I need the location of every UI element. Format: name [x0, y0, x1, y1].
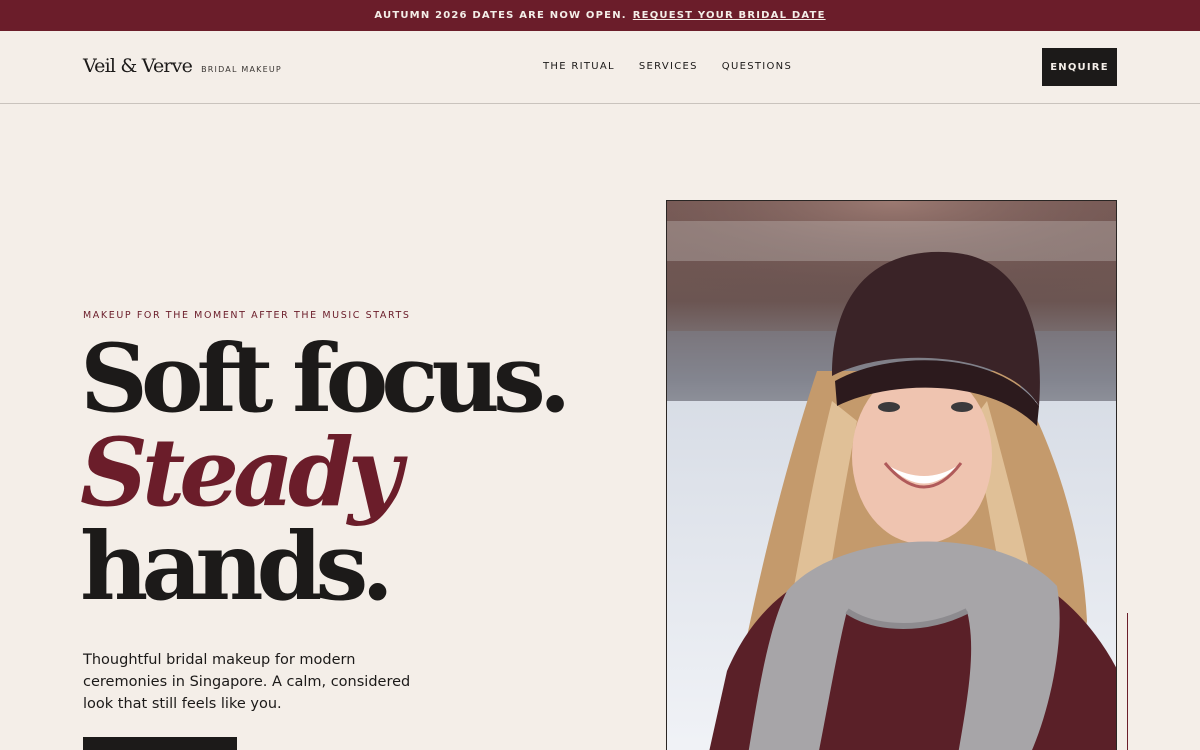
- portrait-illustration: [667, 201, 1116, 750]
- decorative-accent-line: [1127, 613, 1128, 750]
- hero-cta-button[interactable]: [83, 737, 237, 750]
- hero-headline: Soft focus. Steady hands.: [80, 324, 572, 622]
- site-header: Veil & Verve BRIDAL MAKEUP THE RITUAL SE…: [0, 31, 1200, 104]
- brand-tagline: BRIDAL MAKEUP: [201, 65, 282, 74]
- request-date-link[interactable]: REQUEST YOUR BRIDAL DATE: [633, 10, 826, 21]
- headline-line-2: Steady: [80, 418, 402, 528]
- nav-services[interactable]: SERVICES: [639, 61, 698, 72]
- main-nav: THE RITUAL SERVICES QUESTIONS: [543, 61, 792, 72]
- announcement-text: AUTUMN 2026 DATES ARE NOW OPEN.: [374, 10, 627, 21]
- nav-the-ritual[interactable]: THE RITUAL: [543, 61, 615, 72]
- announcement-bar: AUTUMN 2026 DATES ARE NOW OPEN. REQUEST …: [0, 0, 1200, 31]
- nav-questions[interactable]: QUESTIONS: [722, 61, 792, 72]
- brand-name: Veil & Verve: [83, 55, 193, 77]
- enquire-button[interactable]: ENQUIRE: [1042, 48, 1117, 86]
- headline-line-3: hands.: [80, 512, 394, 622]
- hero-photo: [666, 200, 1117, 750]
- brand-logo[interactable]: Veil & Verve BRIDAL MAKEUP: [83, 55, 282, 77]
- hero-eyebrow: MAKEUP FOR THE MOMENT AFTER THE MUSIC ST…: [83, 310, 411, 321]
- headline-line-1: Soft focus.: [80, 324, 572, 434]
- hero-lede: Thoughtful bridal makeup for modern cere…: [83, 652, 411, 712]
